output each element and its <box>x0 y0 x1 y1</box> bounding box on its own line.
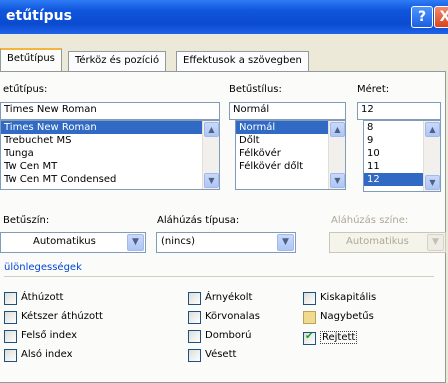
font-list-item[interactable]: Trebuchet MS <box>1 134 219 147</box>
checkbox-box[interactable] <box>188 292 201 305</box>
checkbox-box[interactable] <box>4 311 17 324</box>
font-color-value: Automatikus <box>33 236 96 247</box>
font-list-item[interactable]: Tw Cen MT <box>1 160 219 173</box>
scroll-down-icon[interactable]: ▼ <box>425 175 440 190</box>
underline-color-value: Automatikus <box>346 236 409 247</box>
checkbox-label: Alsó index <box>21 349 73 360</box>
font-color-select[interactable]: Automatikus ▼ <box>0 232 146 253</box>
checkbox-box[interactable] <box>188 349 201 362</box>
chevron-down-icon[interactable]: ▼ <box>127 234 144 251</box>
scroll-up-icon[interactable]: ▲ <box>204 122 219 137</box>
font-list-item[interactable]: Times New Roman <box>1 121 219 134</box>
checkbox-box[interactable] <box>303 292 316 305</box>
size-list-scrollbar[interactable]: ▲ ▼ <box>423 121 440 191</box>
help-button[interactable]: ? <box>411 6 433 28</box>
divider <box>4 276 434 277</box>
scroll-down-icon[interactable]: ▼ <box>330 173 345 188</box>
size-input[interactable]: 12 <box>357 102 441 120</box>
font-color-label: Betűszín: <box>3 215 50 226</box>
style-label: Betűstílus: <box>229 84 282 95</box>
checkbox-label: Felső index <box>21 330 78 341</box>
chevron-down-icon[interactable]: ▼ <box>277 234 294 251</box>
font-input[interactable]: Times New Roman <box>0 102 220 120</box>
size-label: Méret: <box>357 84 390 95</box>
checkbox-label: Kétszer áthúzott <box>21 311 103 322</box>
tab-spacing[interactable]: Térköz és pozíció <box>68 51 167 71</box>
font-list-item[interactable]: Tw Cen MT Condensed <box>1 173 219 186</box>
checkbox-box[interactable] <box>4 330 17 343</box>
checkbox-label: Rejtett <box>320 331 358 344</box>
title-bar: etűtípus ? X <box>0 0 448 34</box>
checkbox-label: Kiskapitális <box>320 292 377 303</box>
style-input[interactable]: Normál <box>229 102 346 120</box>
style-list[interactable]: Normál Dőlt Félkövér Félkövér dőlt ▲ ▼ <box>235 120 346 190</box>
help-icon: ? <box>417 9 427 25</box>
checkbox-box[interactable] <box>303 311 316 324</box>
checkbox-box[interactable] <box>188 311 201 324</box>
underline-type-value: (nincs) <box>161 236 195 247</box>
font-list-item[interactable]: Tunga <box>1 147 219 160</box>
close-button[interactable]: X <box>434 6 448 28</box>
underline-color-label: Aláhúzás színe: <box>331 215 409 226</box>
effects-group-title: ülönlegességek <box>4 262 82 273</box>
font-list-scrollbar[interactable]: ▲ ▼ <box>202 121 219 189</box>
tab-font[interactable]: Betűtípus <box>0 48 62 72</box>
checkbox-label: Körvonalas <box>205 311 260 322</box>
tab-font-label: Betűtípus <box>7 53 55 64</box>
close-icon: X <box>439 9 448 25</box>
font-list[interactable]: Times New Roman Trebuchet MS Tunga Tw Ce… <box>0 120 220 190</box>
window-title: etűtípus <box>6 8 72 24</box>
checkbox-box[interactable] <box>4 349 17 362</box>
checkbox-label: Vésett <box>205 349 237 360</box>
underline-type-label: Aláhúzás típusa: <box>157 215 240 226</box>
size-list[interactable]: 8 9 10 11 12 ▲ ▼ <box>363 120 441 192</box>
checkbox-label: Árnyékolt <box>205 292 253 303</box>
chevron-down-icon: ▼ <box>427 234 444 251</box>
checkbox-label: Áthúzott <box>21 292 64 303</box>
checkbox-box[interactable] <box>4 292 17 305</box>
scroll-up-icon[interactable]: ▲ <box>330 122 345 137</box>
checkbox-box[interactable] <box>188 330 201 343</box>
underline-color-select: Automatikus ▼ <box>329 232 446 253</box>
underline-type-select[interactable]: (nincs) ▼ <box>156 232 296 253</box>
scroll-up-icon[interactable]: ▲ <box>425 122 440 137</box>
tab-text-effects-label: Effektusok a szövegben <box>183 55 302 66</box>
scroll-down-icon[interactable]: ▼ <box>204 173 219 188</box>
checkbox-box[interactable] <box>303 331 316 345</box>
font-label: etűtípus: <box>3 84 48 95</box>
checkbox-label: Domború <box>205 330 252 341</box>
tab-text-effects[interactable]: Effektusok a szövegben <box>176 51 309 71</box>
tab-spacing-label: Térköz és pozíció <box>75 55 160 66</box>
checkbox-label: Nagybetűs <box>320 311 374 322</box>
style-list-scrollbar[interactable]: ▲ ▼ <box>328 121 345 189</box>
tab-strip: Betűtípus Térköz és pozíció Effektusok a… <box>0 48 448 72</box>
